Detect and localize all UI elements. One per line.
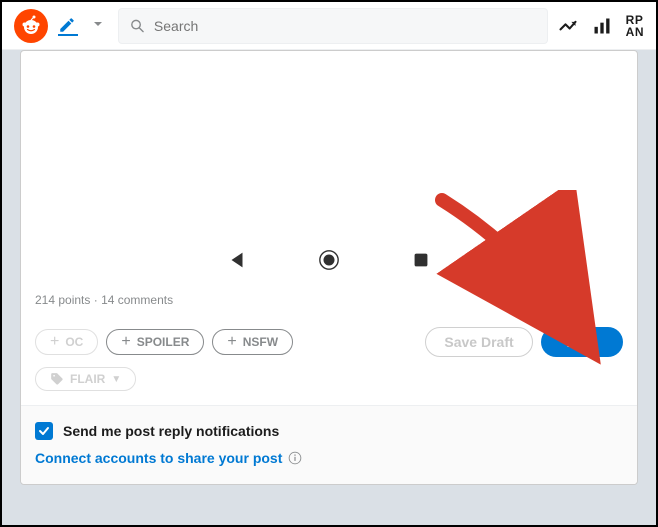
rpan-icon[interactable]: RPAN xyxy=(626,14,644,38)
video-preview-area xyxy=(21,51,637,283)
check-icon xyxy=(38,425,50,437)
save-draft-button: Save Draft xyxy=(425,327,532,357)
post-button[interactable]: Post xyxy=(541,327,623,357)
search-input[interactable] xyxy=(154,18,537,34)
rewind-button[interactable] xyxy=(226,249,248,271)
popular-icon[interactable] xyxy=(558,16,578,36)
info-icon xyxy=(288,451,302,465)
chevron-down-icon: ▼ xyxy=(111,374,121,385)
connect-accounts-link[interactable]: Connect accounts to share your post xyxy=(35,450,623,466)
notify-label: Send me post reply notifications xyxy=(63,423,279,439)
tag-row: + OC + SPOILER + NSFW Save Draft Post xyxy=(21,321,637,367)
notify-checkbox[interactable] xyxy=(35,422,53,440)
plus-icon: + xyxy=(121,334,130,350)
flair-tag-button: FLAIR ▼ xyxy=(35,367,136,391)
nav-dropdown-caret[interactable] xyxy=(88,17,108,35)
oc-tag-button: + OC xyxy=(35,329,98,355)
composer-footer: Send me post reply notifications Connect… xyxy=(21,405,637,484)
notify-checkbox-row: Send me post reply notifications xyxy=(35,422,623,440)
video-controls xyxy=(21,249,637,271)
nsfw-tag-button[interactable]: + NSFW xyxy=(212,329,293,355)
points-text: 214 points xyxy=(35,293,90,307)
comments-text: 14 comments xyxy=(101,293,173,307)
header-actions: RPAN xyxy=(558,14,644,38)
post-composer-card: 214 points · 14 comments + OC + SPOILER … xyxy=(20,50,638,485)
plus-icon: + xyxy=(50,334,59,350)
search-icon xyxy=(129,17,146,35)
flair-row: FLAIR ▼ xyxy=(21,367,637,405)
create-post-icon[interactable] xyxy=(58,16,78,36)
all-icon[interactable] xyxy=(592,16,612,36)
top-header: RPAN xyxy=(2,2,656,50)
record-button[interactable] xyxy=(318,249,340,271)
stop-button[interactable] xyxy=(410,249,432,271)
post-meta: 214 points · 14 comments xyxy=(21,283,637,321)
search-bar[interactable] xyxy=(118,8,548,44)
tag-icon xyxy=(50,372,64,386)
plus-icon: + xyxy=(227,334,236,350)
reddit-alien-icon xyxy=(19,14,43,38)
page-body: 214 points · 14 comments + OC + SPOILER … xyxy=(2,50,656,525)
reddit-logo[interactable] xyxy=(14,9,48,43)
spoiler-tag-button[interactable]: + SPOILER xyxy=(106,329,204,355)
